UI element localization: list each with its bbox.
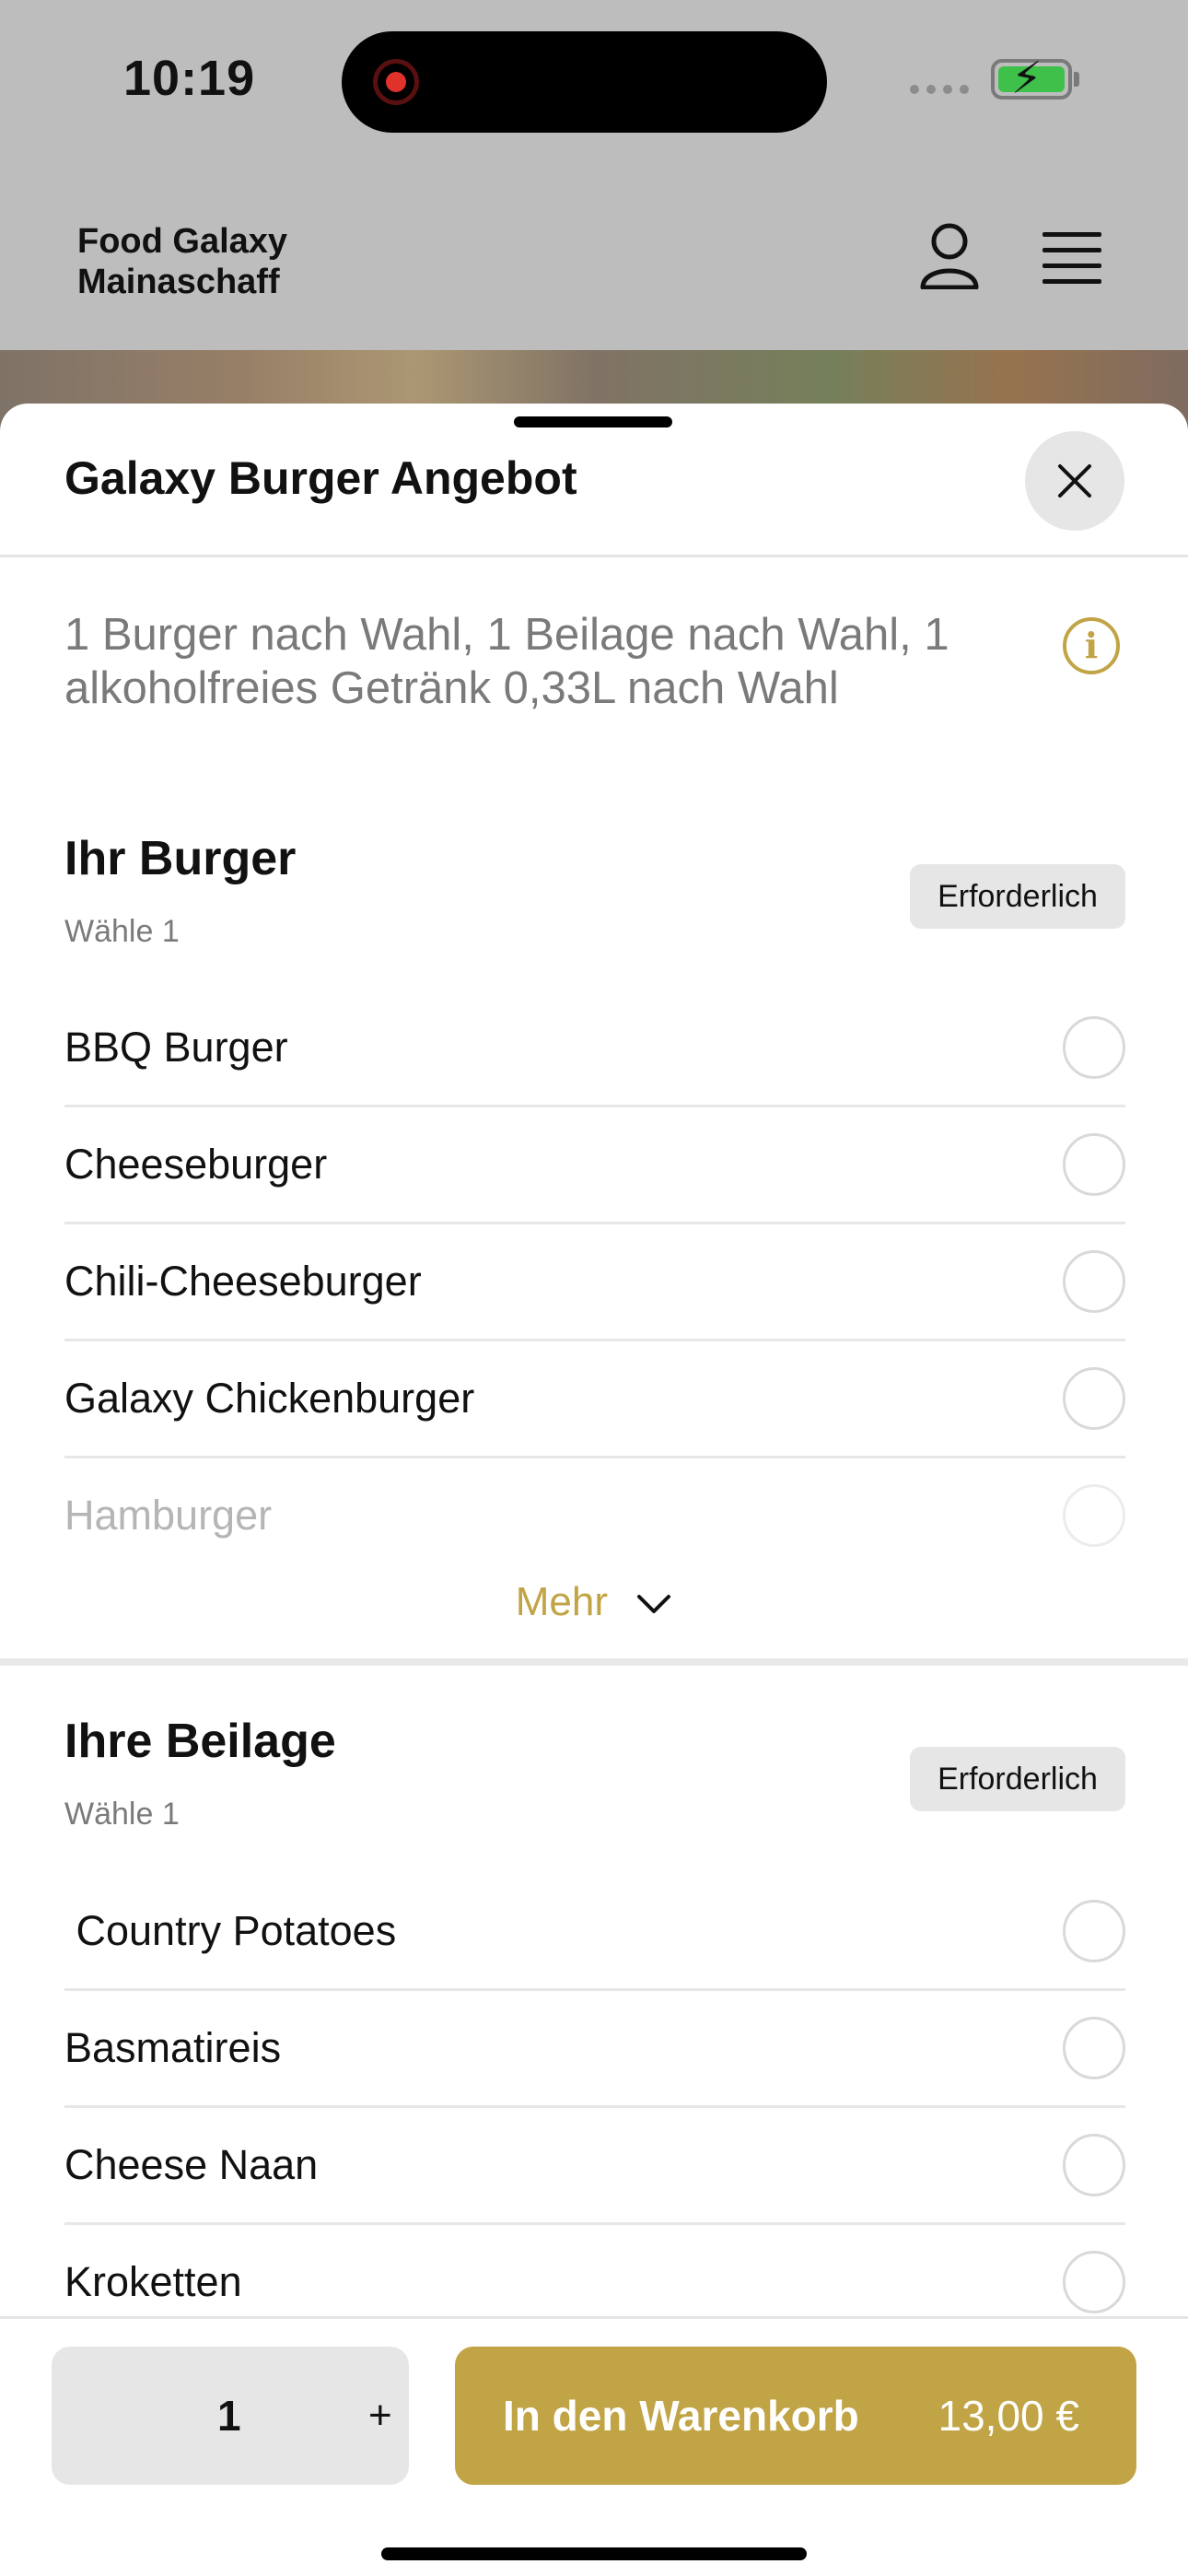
bottom-action-bar: 1 + In den Warenkorb 13,00 € bbox=[0, 2316, 1188, 2576]
status-bar: 10:19 ⚡ bbox=[0, 0, 1188, 166]
quantity-value: 1 bbox=[217, 2392, 241, 2440]
signal-icon bbox=[910, 85, 969, 94]
radio-button[interactable] bbox=[1063, 1133, 1125, 1196]
quantity-plus-button[interactable]: + bbox=[368, 2347, 392, 2485]
radio-button[interactable] bbox=[1063, 1016, 1125, 1079]
section-subtitle-burger: Wähle 1 bbox=[64, 914, 180, 949]
info-icon[interactable]: i bbox=[1063, 617, 1120, 674]
radio-button[interactable] bbox=[1063, 1250, 1125, 1313]
option-cheeseburger[interactable]: Cheeseburger bbox=[64, 1107, 1125, 1224]
battery-tip bbox=[1074, 72, 1079, 87]
hamburger-menu-icon[interactable] bbox=[1042, 232, 1101, 284]
sheet-title: Galaxy Burger Angebot bbox=[64, 452, 577, 504]
option-galaxy-chickenburger[interactable]: Galaxy Chickenburger bbox=[64, 1341, 1125, 1458]
quantity-stepper[interactable]: 1 + bbox=[52, 2347, 409, 2485]
option-label: Cheese Naan bbox=[64, 2141, 319, 2188]
option-label: Chili-Cheeseburger bbox=[64, 1258, 422, 1305]
dynamic-island bbox=[342, 31, 827, 133]
show-more-button[interactable]: Mehr bbox=[0, 1579, 1188, 1625]
option-bbq-burger[interactable]: BBQ Burger bbox=[64, 990, 1125, 1107]
brand-logo[interactable]: Food Galaxy Mainaschaff bbox=[77, 221, 287, 302]
status-time: 10:19 bbox=[123, 51, 256, 106]
radio-button[interactable] bbox=[1063, 2251, 1125, 2313]
section-subtitle-side: Wähle 1 bbox=[64, 1797, 180, 1832]
sheet-grabber[interactable] bbox=[514, 416, 672, 427]
required-badge: Erforderlich bbox=[910, 864, 1125, 929]
recording-indicator-icon bbox=[373, 59, 419, 105]
product-options-sheet: Galaxy Burger Angebot 1 Burger nach Wahl… bbox=[0, 404, 1188, 2576]
product-description: 1 Burger nach Wahl, 1 Beilage nach Wahl,… bbox=[64, 610, 949, 713]
site-header: Food Galaxy Mainaschaff bbox=[0, 166, 1188, 350]
section-title-burger: Ihr Burger bbox=[64, 832, 297, 885]
option-label: Hamburger bbox=[64, 1492, 273, 1539]
radio-button[interactable] bbox=[1063, 1367, 1125, 1430]
section-title-side: Ihre Beilage bbox=[64, 1715, 336, 1768]
total-price: 13,00 € bbox=[938, 2392, 1079, 2440]
section-separator bbox=[0, 1658, 1188, 1666]
option-label: BBQ Burger bbox=[64, 1024, 288, 1071]
close-icon bbox=[1058, 464, 1091, 498]
option-cheese-naan[interactable]: Cheese Naan bbox=[64, 2108, 1125, 2225]
radio-button[interactable] bbox=[1063, 2134, 1125, 2196]
add-to-cart-button[interactable]: In den Warenkorb 13,00 € bbox=[455, 2347, 1136, 2485]
radio-button[interactable] bbox=[1063, 1484, 1125, 1547]
divider bbox=[0, 555, 1188, 557]
brand-line-1: Food Galaxy bbox=[77, 222, 288, 261]
user-icon[interactable] bbox=[919, 223, 980, 289]
option-basmatireis[interactable]: Basmatireis bbox=[64, 1991, 1125, 2108]
required-badge: Erforderlich bbox=[910, 1747, 1125, 1811]
option-label: Country Potatoes bbox=[64, 1907, 397, 1954]
close-button[interactable] bbox=[1025, 431, 1124, 531]
option-label: Basmatireis bbox=[64, 2024, 282, 2071]
option-country-potatoes[interactable]: Country Potatoes bbox=[64, 1874, 1125, 1991]
option-hamburger[interactable]: Hamburger bbox=[64, 1458, 1125, 1575]
home-indicator[interactable] bbox=[381, 2547, 807, 2560]
add-to-cart-label: In den Warenkorb bbox=[503, 2392, 859, 2440]
show-more-label: Mehr bbox=[515, 1579, 608, 1624]
brand-line-2: Mainaschaff bbox=[77, 263, 280, 301]
chevron-down-icon bbox=[637, 1595, 671, 1614]
option-label: Galaxy Chickenburger bbox=[64, 1375, 475, 1422]
option-chili-cheeseburger[interactable]: Chili-Cheeseburger bbox=[64, 1224, 1125, 1341]
radio-button[interactable] bbox=[1063, 2017, 1125, 2079]
radio-button[interactable] bbox=[1063, 1900, 1125, 1962]
option-label: Cheeseburger bbox=[64, 1141, 328, 1188]
charging-bolt-icon: ⚡ bbox=[1011, 54, 1042, 103]
